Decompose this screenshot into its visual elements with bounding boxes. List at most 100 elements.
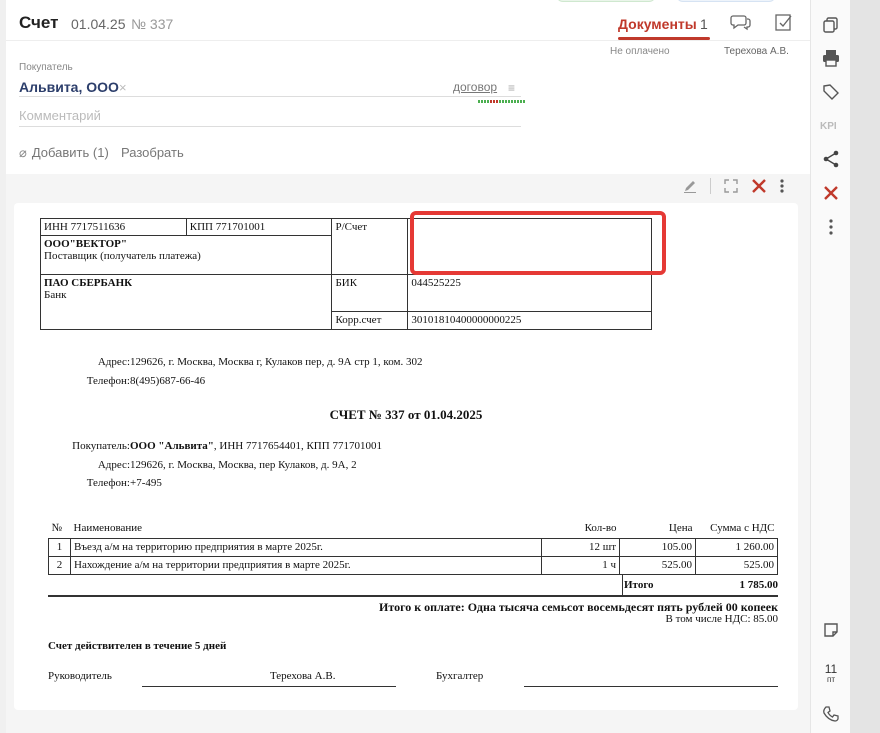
head-name: Терехова А.В. <box>270 670 336 682</box>
table-row: 2 Нахождение а/м на территории предприят… <box>48 555 778 575</box>
contract-link[interactable]: договор <box>453 80 497 94</box>
right-sidebar: KPI 11 пт <box>810 0 850 733</box>
toolbar-separator <box>710 178 711 194</box>
buyer-label: Покупатель <box>19 62 73 73</box>
highlight-box <box>410 211 666 275</box>
tag-icon[interactable] <box>821 82 841 102</box>
invoice-title: СЧЕТ № 337 от 01.04.2025 <box>329 407 483 422</box>
row-name: Въезд а/м на территорию предприятия в ма… <box>70 537 542 557</box>
header-divider <box>6 40 810 41</box>
rs-label-cell: Р/Счет <box>331 218 409 275</box>
contract-status-bar <box>478 100 525 103</box>
invoice-panel: Счет 01.04.25 № 337 Документы 1 Не оплач… <box>6 0 810 733</box>
total-value: 1 785.00 <box>739 579 779 591</box>
document-toolbar <box>682 176 785 196</box>
more-vertical-icon[interactable] <box>779 178 785 194</box>
bank-name: ПАО СБЕРБАНК <box>44 277 133 289</box>
invoice-number: № 337 <box>131 16 174 32</box>
more-icon[interactable] <box>821 217 841 237</box>
accountant-label: Бухгалтер <box>436 670 484 682</box>
comment-underline <box>19 126 521 127</box>
note-icon[interactable] <box>821 620 841 640</box>
invoice-header-area: Счет 01.04.25 № 337 Документы 1 Не оплач… <box>6 0 810 174</box>
parse-button[interactable]: Разобрать <box>121 145 184 160</box>
buyer-underline <box>19 96 521 97</box>
print-icon[interactable] <box>821 48 841 68</box>
phone-icon[interactable] <box>821 704 841 724</box>
tab-documents-count: 1 <box>700 16 708 32</box>
col-no: № <box>48 519 71 539</box>
invoice-document: ИНН 7717511636 КПП 771701001 Р/Счет ООО"… <box>14 203 798 710</box>
delete-icon[interactable] <box>821 183 841 203</box>
calendar-day[interactable]: 11 пт <box>811 662 851 684</box>
task-icon[interactable] <box>774 12 794 32</box>
buyer-name-link[interactable]: Альвита, ООО <box>19 79 119 95</box>
buyer-doc-details: , ИНН 7717654401, КПП 771701001 <box>213 440 382 452</box>
buyer-doc-label: Покупатель: <box>72 440 130 452</box>
tab-documents[interactable]: Документы <box>618 16 697 32</box>
korr-value-cell: 30101810400000000225 <box>407 311 652 330</box>
row-no: 2 <box>48 555 71 575</box>
inn-cell: ИНН 7717511636 <box>40 218 187 236</box>
pencil-icon[interactable] <box>682 178 698 194</box>
vat-line: В том числе НДС: 85.00 <box>665 613 778 625</box>
supplier-role: Поставщик (получатель платежа) <box>44 250 201 262</box>
bank-role: Банк <box>44 289 67 301</box>
top-action-button-blue[interactable] <box>676 0 776 2</box>
supplier-phone-value: 8(495)687-66-46 <box>130 375 206 387</box>
col-sum: Сумма с НДС <box>695 519 778 539</box>
items-table: № Наименование Кол-во Цена Сумма с НДС 1… <box>48 519 778 575</box>
bank-cell: ПАО СБЕРБАНК Банк <box>39 274 333 330</box>
copy-icon[interactable] <box>821 15 841 35</box>
row-sum: 1 260.00 <box>695 537 778 557</box>
responsible-person[interactable]: Терехова А.В. <box>724 46 789 57</box>
supplier-addr-label: Адрес: <box>97 356 130 368</box>
supplier-phone-label: Телефон: <box>86 375 130 387</box>
row-no: 1 <box>48 537 71 557</box>
page-title: Счет <box>19 13 59 32</box>
comment-field[interactable]: Комментарий <box>19 108 101 123</box>
kpi-label[interactable]: KPI <box>820 121 837 132</box>
calendar-weekday: пт <box>827 675 835 684</box>
close-icon[interactable] <box>751 178 767 194</box>
col-name: Наименование <box>70 519 542 539</box>
supplier-cell: ООО"ВЕКТОР" Поставщик (получатель платеж… <box>39 235 333 275</box>
head-signature-line <box>142 686 396 687</box>
outer-background <box>850 0 880 733</box>
supplier-addr-value: 129626, г. Москва, Москва г, Кулаков пер… <box>130 356 423 368</box>
col-price: Цена <box>619 519 696 539</box>
supplier-name: ООО"ВЕКТОР" <box>44 238 127 250</box>
kpp-cell: КПП 771701001 <box>185 218 333 236</box>
payment-status[interactable]: Не оплачено <box>610 46 670 57</box>
buyer-phone-value: +7-495 <box>130 477 162 489</box>
buyer-addr-value: 129626, г. Москва, Москва, пер Кулаков, … <box>130 459 357 471</box>
accountant-signature-line <box>524 686 778 687</box>
list-icon[interactable]: ≡ <box>508 81 515 95</box>
fullscreen-icon[interactable] <box>723 178 739 194</box>
share-icon[interactable] <box>821 149 841 169</box>
bik-value-cell: 044525225 <box>407 274 652 312</box>
buyer-remove-icon[interactable]: × <box>119 80 127 95</box>
buyer-phone-label: Телефон: <box>86 477 130 489</box>
buyer-doc-value: ООО "Альвита", ИНН 7717654401, КПП 77170… <box>130 440 382 452</box>
buyer-addr-label: Адрес: <box>97 459 130 471</box>
table-row: 1 Въезд а/м на территорию предприятия в … <box>48 537 778 557</box>
buyer-doc-name: ООО "Альвита" <box>130 440 214 452</box>
add-attachment-label: Добавить (1) <box>31 145 109 160</box>
korr-label-cell: Корр.счет <box>331 311 409 330</box>
row-price: 105.00 <box>619 537 696 557</box>
row-name: Нахождение а/м на территории предприятия… <box>70 555 542 575</box>
add-attachment-button[interactable]: ⌀ Добавить (1) <box>19 145 109 161</box>
validity-note: Счет действителен в течение 5 дней <box>48 640 227 652</box>
head-label: Руководитель <box>48 670 112 682</box>
top-action-button-green[interactable] <box>556 0 656 2</box>
row-sum: 525.00 <box>695 555 778 575</box>
row-qty: 1 ч <box>541 555 620 575</box>
col-qty: Кол-во <box>541 519 620 539</box>
paperclip-icon: ⌀ <box>19 145 27 160</box>
calendar-day-number: 11 <box>824 662 838 676</box>
row-price: 525.00 <box>619 555 696 575</box>
chat-icon[interactable] <box>730 13 752 31</box>
row-qty: 12 шт <box>541 537 620 557</box>
bik-label-cell: БИК <box>331 274 409 312</box>
